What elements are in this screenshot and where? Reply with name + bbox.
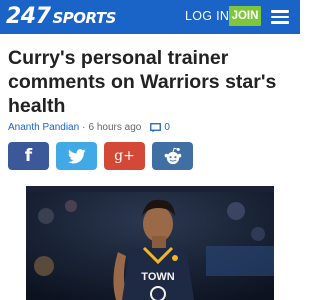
comment-icon[interactable] — [150, 122, 162, 133]
comment-count[interactable]: 0 — [164, 122, 170, 133]
site-logo[interactable]: 247 SPORTS — [6, 4, 116, 29]
publish-time: 6 hours ago — [88, 122, 142, 133]
join-button[interactable]: JOIN — [229, 6, 261, 26]
article-photo[interactable]: TOWN — [26, 186, 274, 300]
article-byline: Ananth Pandian · 6 hours ago 0 — [8, 122, 170, 133]
google-plus-icon: g+ — [114, 148, 135, 164]
facebook-share-button[interactable]: f — [8, 142, 49, 170]
google-plus-share-button[interactable]: g+ — [104, 142, 145, 170]
reddit-share-button[interactable] — [152, 142, 193, 170]
reddit-icon — [164, 147, 181, 165]
hamburger-menu-icon[interactable] — [271, 10, 289, 24]
byline-separator: · — [82, 122, 86, 133]
login-link[interactable]: LOG IN — [185, 9, 229, 23]
author-link[interactable]: Ananth Pandian — [8, 122, 79, 133]
article-headline: Curry's personal trainer comments on War… — [8, 47, 277, 117]
logo-number: 247 — [6, 4, 51, 29]
photo-image: TOWN — [26, 186, 274, 300]
twitter-icon — [67, 148, 86, 163]
facebook-icon: f — [24, 146, 33, 166]
logo-word: SPORTS — [52, 9, 116, 27]
jersey-text: TOWN — [141, 271, 174, 283]
twitter-share-button[interactable] — [56, 142, 97, 170]
top-navbar: 247 SPORTS LOG IN JOIN — [0, 0, 300, 34]
